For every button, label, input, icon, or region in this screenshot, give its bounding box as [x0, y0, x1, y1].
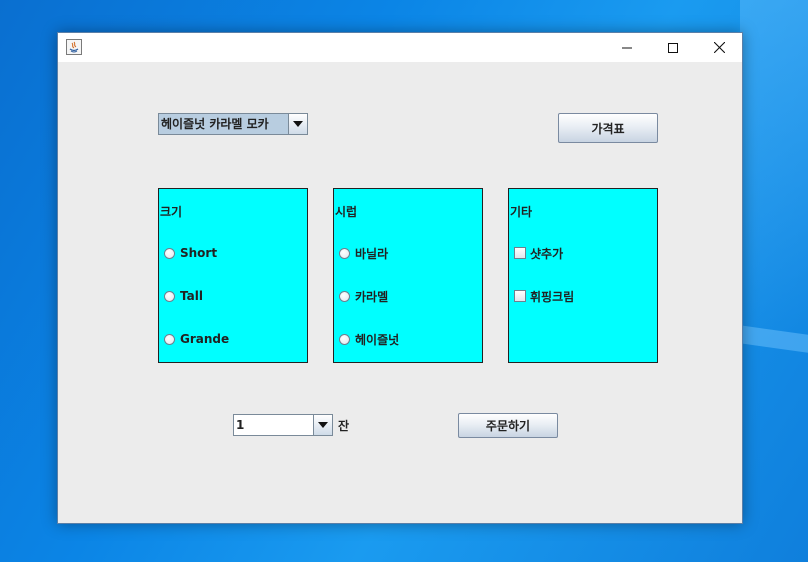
extra-option-shot[interactable]: 샷추가 — [514, 245, 563, 261]
quantity-unit-label: 잔 — [338, 419, 350, 433]
title-bar[interactable] — [58, 33, 742, 62]
checkbox-icon[interactable] — [514, 247, 526, 259]
chevron-down-icon — [318, 422, 328, 428]
syrup-option-label: 카라멜 — [355, 289, 389, 304]
radio-icon[interactable] — [164, 247, 175, 259]
extra-option-label: 샷추가 — [530, 246, 564, 261]
syrup-option-hazelnut[interactable]: 헤이즐넛 — [339, 331, 399, 347]
minimize-icon — [622, 47, 632, 48]
quantity-combobox-value: 1 — [234, 415, 314, 435]
extras-panel: 기타 샷추가 휘핑크림 — [508, 188, 658, 363]
maximize-icon — [668, 42, 678, 53]
extra-option-label: 휘핑크림 — [530, 289, 575, 304]
java-icon — [66, 39, 82, 55]
size-panel-title: 크기 — [160, 205, 183, 219]
close-button[interactable] — [696, 33, 742, 62]
size-option-grande[interactable]: Grande — [164, 331, 229, 347]
drink-combobox-arrow[interactable] — [288, 114, 307, 134]
content-pane: 헤이즐넛 카라멜 모카 가격표 크기 Short Tall Grande 시럽 — [58, 62, 742, 523]
syrup-option-vanilla[interactable]: 바닐라 — [339, 245, 388, 261]
syrup-panel-title: 시럽 — [335, 205, 358, 219]
radio-icon[interactable] — [164, 333, 175, 345]
syrup-option-label: 바닐라 — [355, 246, 389, 261]
app-window: 헤이즐넛 카라멜 모카 가격표 크기 Short Tall Grande 시럽 — [57, 32, 743, 524]
maximize-button[interactable] — [650, 33, 696, 62]
minimize-button[interactable] — [604, 33, 650, 62]
size-panel: 크기 Short Tall Grande — [158, 188, 308, 363]
radio-icon[interactable] — [164, 290, 175, 302]
drink-combobox-value: 헤이즐넛 카라멜 모카 — [159, 114, 289, 134]
radio-icon[interactable] — [339, 290, 350, 302]
radio-icon[interactable] — [339, 247, 350, 259]
syrup-panel: 시럽 바닐라 카라멜 헤이즐넛 — [333, 188, 483, 363]
size-option-label: Short — [180, 246, 218, 260]
order-button[interactable]: 주문하기 — [458, 413, 558, 438]
size-option-label: Tall — [180, 289, 203, 303]
size-option-tall[interactable]: Tall — [164, 288, 203, 304]
syrup-option-caramel[interactable]: 카라멜 — [339, 288, 388, 304]
close-icon — [713, 42, 725, 53]
size-option-label: Grande — [180, 332, 230, 346]
syrup-option-label: 헤이즐넛 — [355, 332, 400, 347]
checkbox-icon[interactable] — [514, 290, 526, 302]
quantity-combobox-arrow[interactable] — [313, 415, 332, 435]
price-table-button[interactable]: 가격표 — [558, 113, 658, 143]
radio-icon[interactable] — [339, 333, 350, 345]
chevron-down-icon — [293, 121, 303, 127]
desktop-glow — [740, 0, 808, 562]
quantity-combobox[interactable]: 1 — [233, 414, 333, 436]
drink-combobox[interactable]: 헤이즐넛 카라멜 모카 — [158, 113, 308, 135]
extras-panel-title: 기타 — [510, 205, 533, 219]
extra-option-whipped-cream[interactable]: 휘핑크림 — [514, 288, 574, 304]
size-option-short[interactable]: Short — [164, 245, 217, 261]
